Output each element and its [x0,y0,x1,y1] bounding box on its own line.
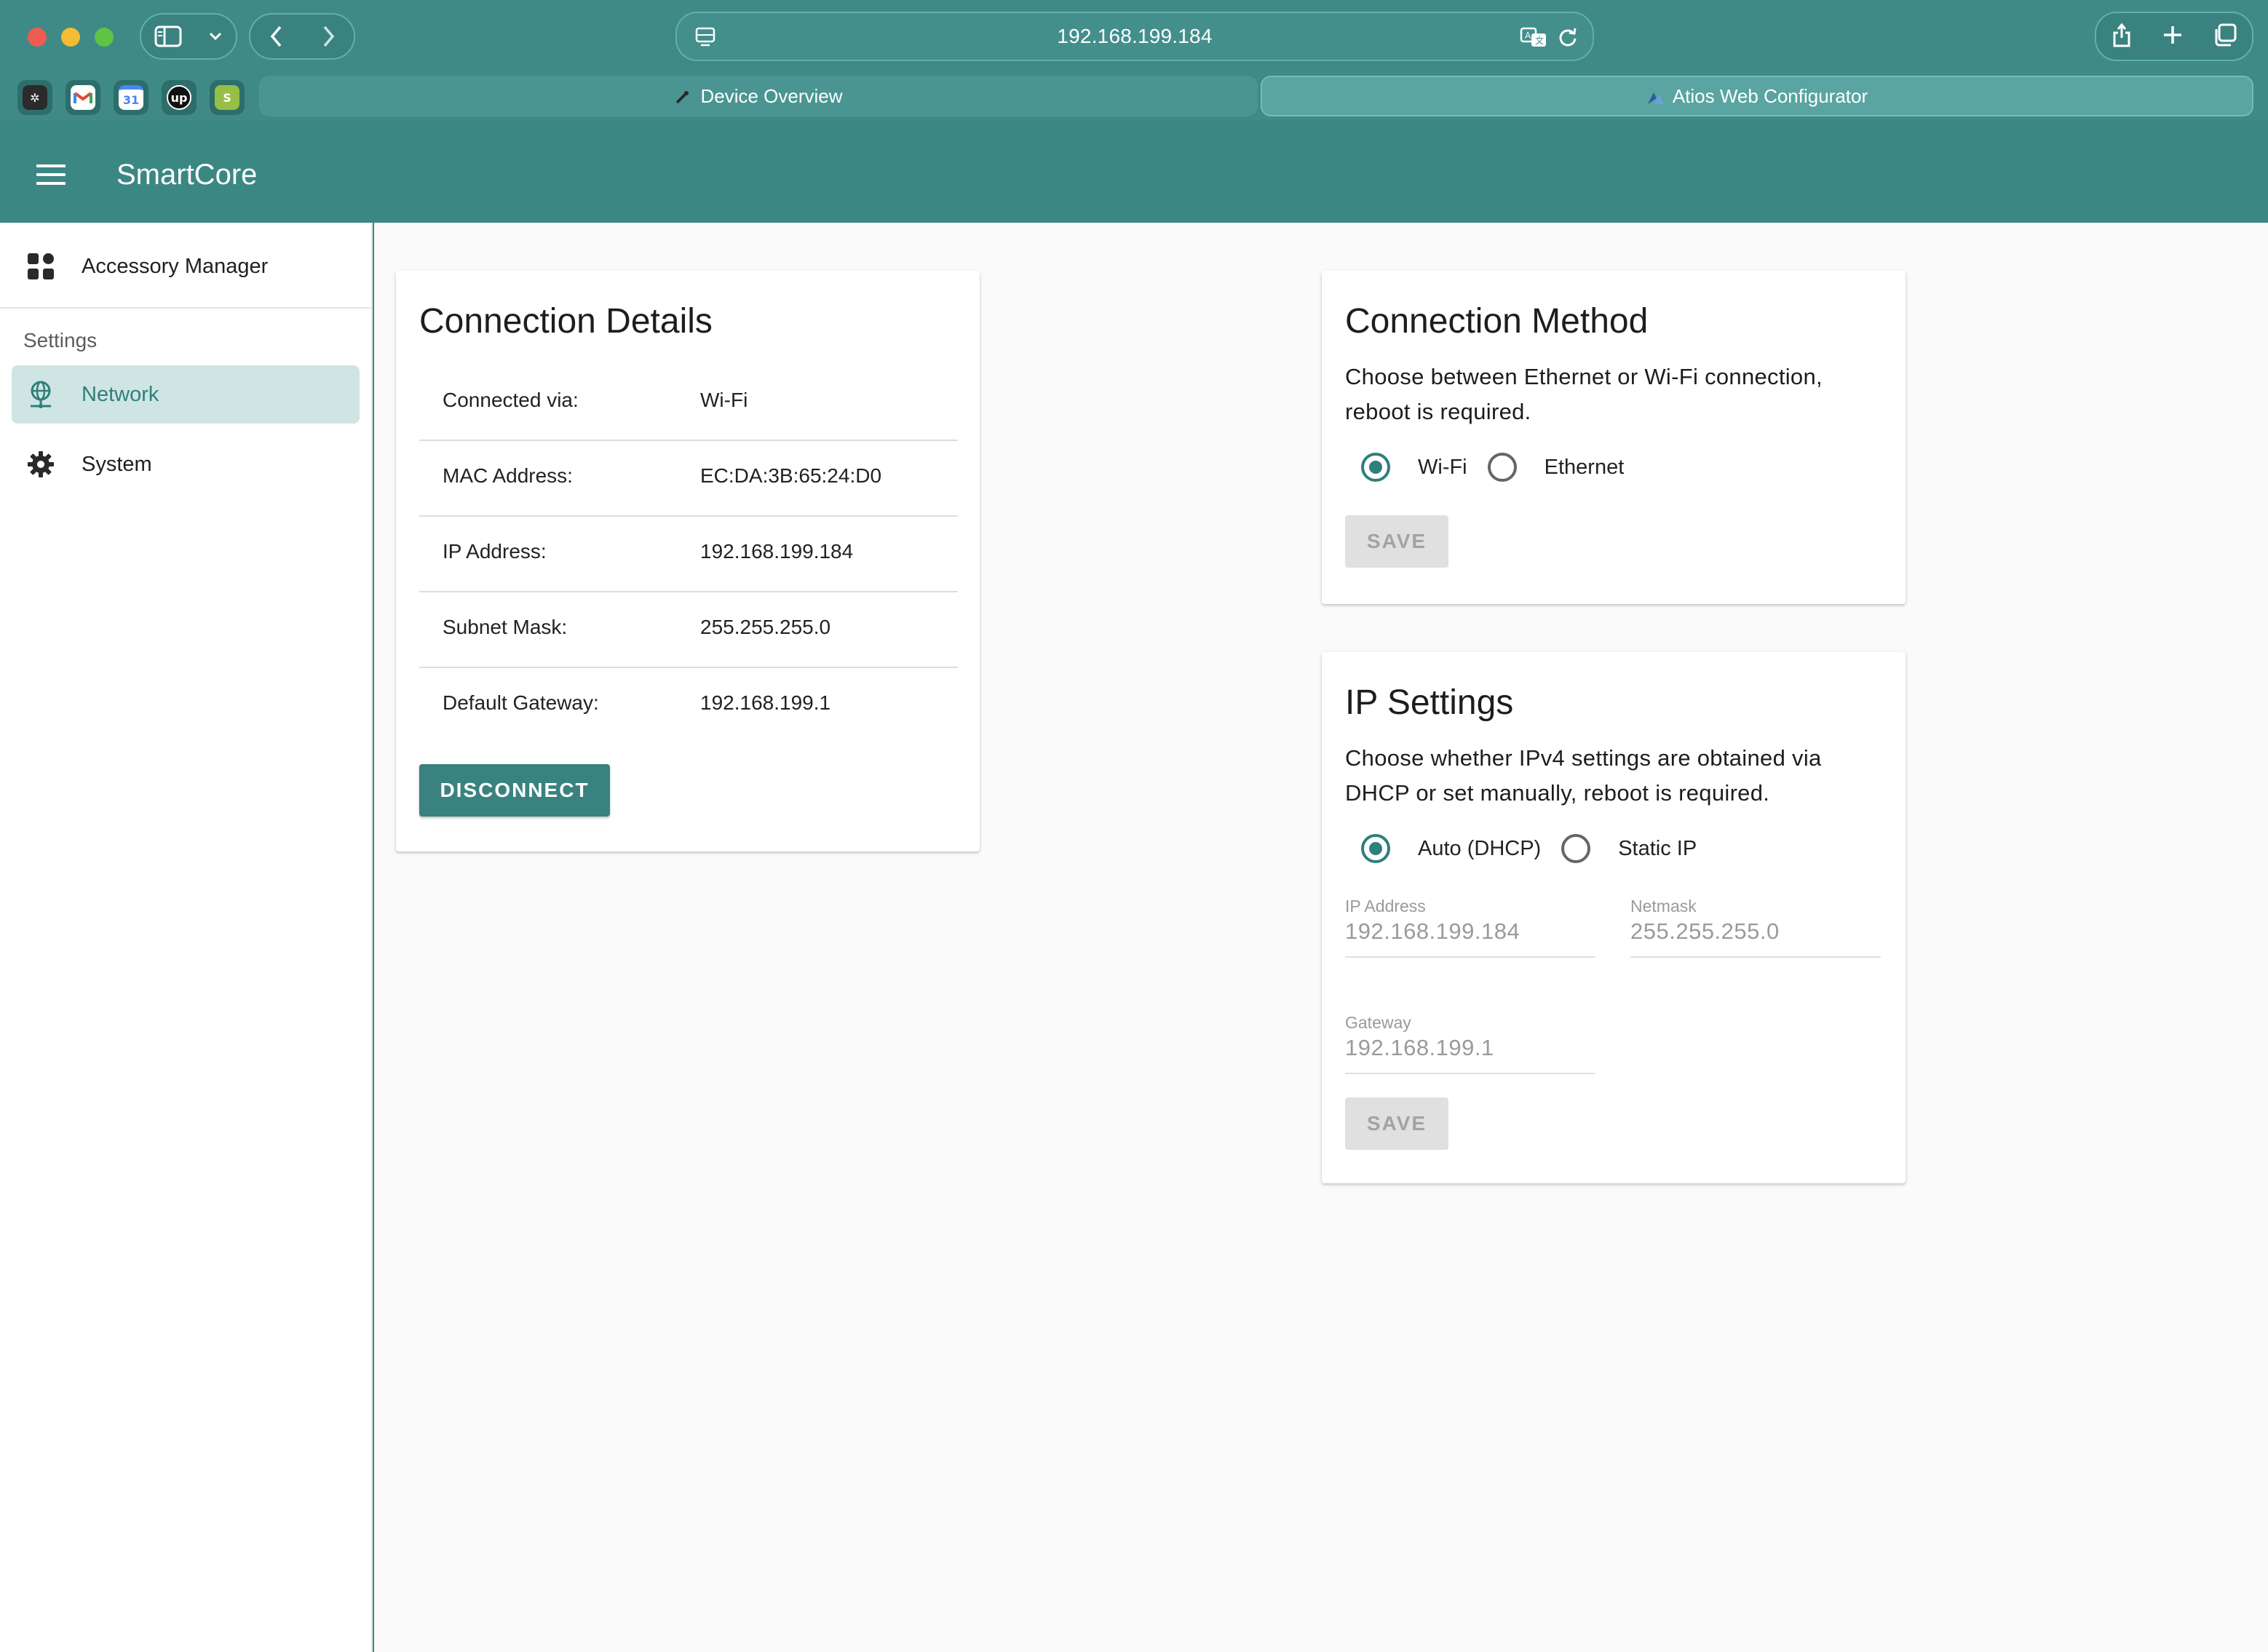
field-label: Netmask [1630,897,1697,916]
sidebar-item-label: System [82,452,152,476]
url-text: 192.168.199.184 [1057,25,1213,47]
disconnect-button[interactable]: DISCONNECT [419,764,610,817]
zoom-window-button[interactable] [95,28,114,47]
netmask-field[interactable]: Netmask 255.255.255.0 [1630,897,1881,958]
menu-icon[interactable] [36,164,66,191]
radio-label: Static IP [1618,836,1697,860]
detail-value: 192.168.199.184 [700,540,854,563]
connection-method-radio-group: Wi-Fi Ethernet [1361,450,1644,485]
minimize-window-button[interactable] [61,28,80,47]
puzzle-app-icon: ✲ [23,85,47,110]
detail-row-subnet-mask: Subnet Mask: 255.255.255.0 [419,592,958,668]
detail-value: EC:DA:3B:65:24:D0 [700,464,882,487]
tab-label: Device Overview [700,84,843,107]
ip-mode-radio-group: Auto (DHCP) Static IP [1361,831,1717,866]
calendar-icon: 31 [119,85,143,110]
detail-label: Connected via: [443,389,579,411]
tab-atios-web-configurator[interactable]: Atios Web Configurator [1261,76,2253,116]
ip-settings-card: IP Settings Choose whether IPv4 settings… [1322,652,1906,1183]
card-description: Choose whether IPv4 settings are obtaine… [1345,745,1822,806]
tab-bar: ✲ 31 up S Device Overview Atios Web Conf [0,73,2268,119]
field-label: IP Address [1345,897,1426,916]
save-connection-method-button[interactable]: SAVE [1345,515,1448,568]
detail-label: Subnet Mask: [443,616,568,638]
connection-method-card: Connection Method Choose between Etherne… [1322,271,1906,604]
sidebar-toggle-group [140,13,237,60]
browser-chrome: 192.168.199.184 A文 ✲ 31 up S Device Over… [0,0,2268,121]
upwork-icon: up [167,85,191,110]
page-settings-icon[interactable] [694,26,716,52]
connection-details-card: Connection Details Connected via: Wi-Fi … [396,271,980,851]
gear-icon [26,450,55,479]
reload-icon[interactable] [1558,26,1578,52]
translate-icon[interactable]: A文 [1520,26,1547,52]
main-content: Connection Details Connected via: Wi-Fi … [374,223,2268,1652]
favorite-5[interactable]: S [210,80,245,115]
share-icon[interactable] [2111,22,2133,52]
new-tab-plus-icon[interactable] [2162,24,2184,49]
app-bar: SmartCore [0,121,2268,223]
detail-value: 192.168.199.1 [700,691,831,714]
card-description: Choose between Ethernet or Wi-Fi connect… [1345,364,1823,424]
ip-address-field[interactable]: IP Address 192.168.199.184 [1345,897,1595,958]
sidebar-divider [0,307,373,309]
tab-label: Atios Web Configurator [1672,84,1868,107]
sidebar-item-label: Network [82,382,159,406]
detail-value: Wi-Fi [700,389,748,411]
static-ip-radio[interactable] [1561,834,1591,863]
detail-row-default-gateway: Default Gateway: 192.168.199.1 [419,668,958,744]
detail-row-ip-address: IP Address: 192.168.199.184 [419,517,958,592]
chevron-down-icon[interactable] [208,31,223,41]
sidebar-item-system[interactable]: System [12,435,360,493]
radio-label: Ethernet [1544,455,1625,479]
favorite-3[interactable]: 31 [114,80,148,115]
field-label: Gateway [1345,1013,1411,1032]
gmail-icon [71,85,95,110]
favorite-2[interactable] [66,80,100,115]
toolbar-actions [2095,12,2253,61]
card-title: IP Settings [1345,683,1514,722]
wifi-radio[interactable] [1361,453,1390,482]
forward-arrow-icon[interactable] [321,25,336,48]
auto-dhcp-radio[interactable] [1361,834,1390,863]
favorite-1[interactable]: ✲ [17,80,52,115]
sidebar-item-network[interactable]: Network [12,365,360,424]
field-value: 192.168.199.184 [1345,918,1520,944]
address-bar[interactable]: 192.168.199.184 A文 [675,12,1594,61]
tab-favicon [1646,88,1664,104]
ethernet-radio[interactable] [1487,453,1517,482]
radio-label: Auto (DHCP) [1418,836,1542,860]
detail-label: Default Gateway: [443,691,599,714]
network-icon [26,380,55,409]
sidebar-item-label: Accessory Manager [82,254,269,278]
dashboard-icon [26,252,55,281]
tab-overview-icon[interactable] [2213,23,2237,51]
detail-label: MAC Address: [443,464,573,487]
close-window-button[interactable] [28,28,47,47]
field-value: 255.255.255.0 [1630,918,1780,944]
sidebar: Accessory Manager Settings Network Syste… [0,223,373,1652]
back-arrow-icon[interactable] [269,25,284,48]
detail-row-mac-address: MAC Address: EC:DA:3B:65:24:D0 [419,441,958,517]
radio-label: Wi-Fi [1418,455,1467,479]
field-value: 192.168.199.1 [1345,1035,1494,1060]
app-title: SmartCore [116,159,258,191]
tab-favicon [674,88,690,104]
shopify-icon: S [215,85,239,110]
sidebar-section-header: Settings [23,329,98,352]
tab-device-overview[interactable]: Device Overview [259,76,1258,116]
sidebar-toggle-icon[interactable] [154,25,182,47]
save-ip-settings-button[interactable]: SAVE [1345,1097,1448,1150]
history-nav-group [249,13,355,60]
sidebar-item-accessory-manager[interactable]: Accessory Manager [12,237,360,295]
svg-text:文: 文 [1535,35,1544,46]
svg-text:A: A [1525,31,1531,41]
detail-row-connected-via: Connected via: Wi-Fi [419,365,958,441]
gateway-field[interactable]: Gateway 192.168.199.1 [1345,1013,1595,1074]
card-title: Connection Method [1345,302,1649,341]
detail-value: 255.255.255.0 [700,616,831,638]
detail-label: IP Address: [443,540,547,563]
card-title: Connection Details [419,302,713,341]
favorite-4[interactable]: up [162,80,197,115]
